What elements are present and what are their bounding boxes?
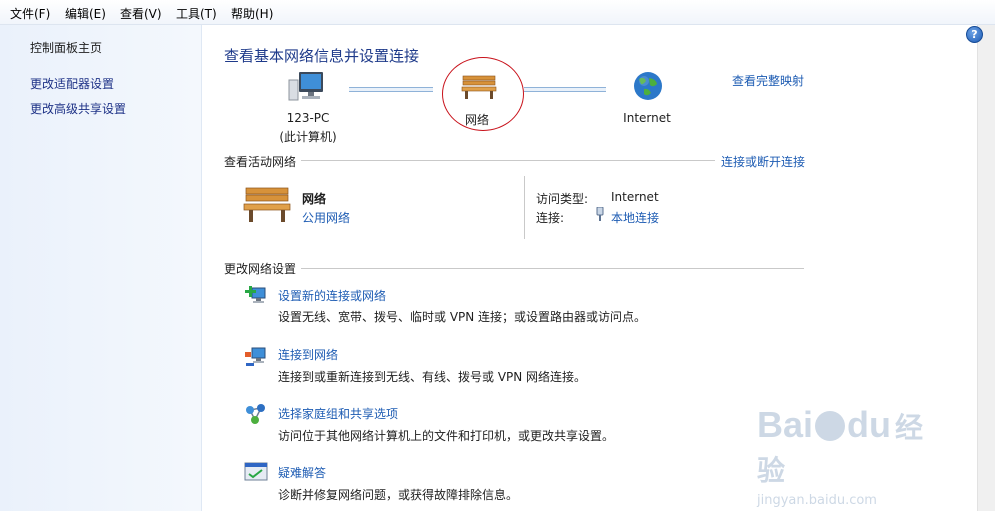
annotation-circle	[442, 57, 524, 131]
paw-icon	[815, 411, 846, 441]
globe-icon	[634, 72, 662, 100]
task-connect-network-link[interactable]: 连接到网络	[278, 346, 338, 363]
section-divider	[301, 160, 715, 161]
computer-name: 123-PC	[286, 111, 330, 125]
task-troubleshoot-desc: 诊断并修复网络问题，或获得故障排除信息。	[278, 488, 519, 502]
watermark-brand: Bai	[757, 404, 814, 445]
network-type-link[interactable]: 公用网络	[302, 209, 350, 226]
menu-bar: 文件(F) 编辑(E) 查看(V) 工具(T) 帮助(H)	[0, 0, 995, 25]
watermark-url: jingyan.baidu.com	[757, 493, 877, 508]
connection-label: 连接:	[536, 211, 565, 225]
change-settings-heading: 更改网络设置	[224, 262, 297, 276]
menu-file[interactable]: 文件(F)	[10, 5, 50, 22]
task-troubleshoot-link[interactable]: 疑难解答	[278, 464, 326, 481]
task-setup-connection-desc: 设置无线、宽带、拨号、临时或 VPN 连接；或设置路由器或访问点。	[278, 310, 647, 324]
sidebar-item-advanced-sharing[interactable]: 更改高级共享设置	[30, 100, 126, 117]
access-type-label: 访问类型:	[536, 192, 589, 206]
active-networks-heading: 查看活动网络	[224, 155, 297, 169]
section-divider	[301, 268, 804, 269]
active-network-name: 网络	[302, 192, 327, 206]
watermark-brand2: du	[847, 404, 892, 445]
task-connect-network-desc: 连接到或重新连接到无线、有线、拨号或 VPN 网络连接。	[278, 370, 587, 384]
connection-line-computer-network	[349, 87, 433, 92]
connect-disconnect-link[interactable]: 连接或断开连接	[721, 153, 805, 170]
baidu-jingyan-watermark: Bai du 经验 jingyan.baidu.com	[757, 404, 947, 509]
task-setup-connection-link[interactable]: 设置新的连接或网络	[278, 287, 386, 304]
page-title: 查看基本网络信息并设置连接	[224, 47, 420, 65]
computer-note: (此计算机)	[279, 130, 337, 144]
view-full-map-link[interactable]: 查看完整映射	[732, 72, 804, 89]
troubleshoot-icon	[244, 462, 268, 481]
local-connection-link[interactable]: 本地连接	[611, 209, 659, 226]
menu-view[interactable]: 查看(V)	[120, 5, 162, 22]
sidebar-item-adapter-settings[interactable]: 更改适配器设置	[30, 75, 114, 92]
access-type-value: Internet	[611, 190, 659, 204]
new-connection-icon	[245, 286, 266, 303]
task-homegroup-link[interactable]: 选择家庭组和共享选项	[278, 405, 398, 422]
help-icon[interactable]: ?	[966, 26, 983, 43]
menu-tools[interactable]: 工具(T)	[176, 5, 217, 22]
menu-help[interactable]: 帮助(H)	[231, 5, 273, 22]
active-network-bench-icon	[243, 187, 291, 222]
computer-icon	[288, 72, 323, 101]
menu-edit[interactable]: 编辑(E)	[65, 5, 106, 22]
vertical-scrollbar[interactable]	[977, 25, 995, 511]
sidebar: 控制面板主页 更改适配器设置 更改高级共享设置	[0, 25, 202, 511]
connection-line-network-internet	[524, 87, 606, 92]
sidebar-home-link[interactable]: 控制面板主页	[30, 39, 102, 56]
vertical-divider	[524, 176, 525, 239]
ethernet-plug-icon	[596, 207, 604, 221]
task-homegroup-desc: 访问位于其他网络计算机上的文件和打印机，或更改共享设置。	[278, 429, 615, 443]
internet-node-label: Internet	[623, 111, 671, 125]
connect-network-icon	[245, 347, 266, 366]
homegroup-icon	[246, 404, 265, 424]
